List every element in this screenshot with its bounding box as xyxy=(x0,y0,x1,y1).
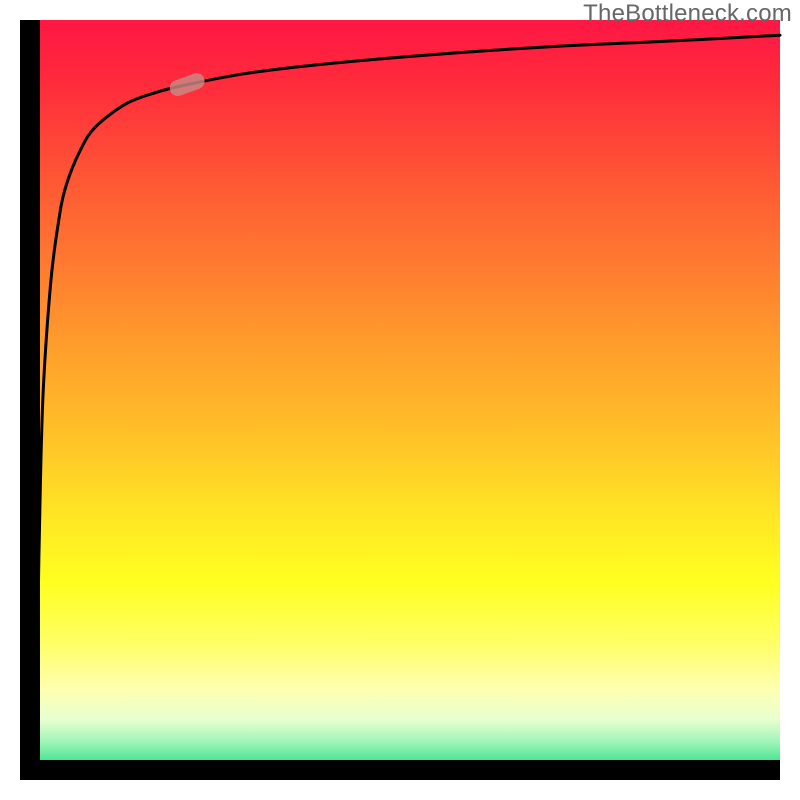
bottleneck-curve xyxy=(24,27,780,767)
y-axis xyxy=(20,20,40,780)
curve-layer xyxy=(20,20,780,780)
x-axis xyxy=(20,760,780,780)
chart-frame: TheBottleneck.com xyxy=(0,0,800,800)
watermark-text: TheBottleneck.com xyxy=(583,0,792,28)
curve-marker xyxy=(168,71,207,98)
